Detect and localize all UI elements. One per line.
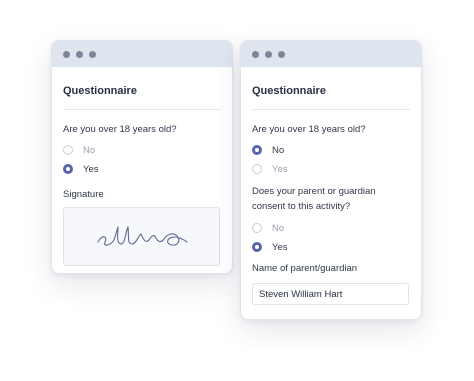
radio-label: No — [83, 144, 96, 156]
window-dot-icon[interactable] — [278, 50, 285, 58]
form-content: Questionnaire Are you over 18 years old?… — [52, 84, 232, 266]
parent-name-label: Name of parent/guardian — [252, 263, 358, 274]
signature-label: Signature — [63, 189, 104, 200]
divider — [63, 109, 221, 110]
signature-pad[interactable] — [63, 207, 220, 266]
radio-option-yes[interactable]: Yes — [252, 161, 410, 177]
question-consent: Does your parent or guardian consent to … — [252, 186, 376, 212]
radio-option-yes[interactable]: Yes — [63, 161, 221, 177]
form-title: Questionnaire — [63, 85, 137, 97]
window-dot-icon[interactable] — [252, 50, 259, 58]
divider — [252, 109, 410, 110]
radio-button-selected[interactable] — [252, 242, 262, 252]
signature-icon — [96, 225, 188, 246]
window-titlebar — [52, 41, 232, 67]
radio-option-no[interactable]: No — [252, 142, 410, 158]
radio-button[interactable] — [63, 145, 73, 155]
form-title: Questionnaire — [252, 85, 326, 97]
radio-button[interactable] — [252, 164, 262, 174]
radio-label: No — [272, 144, 285, 156]
radio-label: Yes — [83, 163, 99, 175]
radio-button-selected[interactable] — [252, 145, 262, 155]
parent-name-input[interactable]: Steven William Hart — [252, 283, 409, 305]
radio-label: Yes — [272, 163, 288, 175]
window-titlebar — [241, 41, 421, 67]
form-content: Questionnaire Are you over 18 years old?… — [241, 84, 421, 305]
radio-button-selected[interactable] — [63, 164, 73, 174]
stage: Questionnaire Are you over 18 years old?… — [0, 0, 474, 381]
window-dot-icon[interactable] — [89, 50, 96, 58]
radio-button[interactable] — [252, 223, 262, 233]
questionnaire-window-adult: Questionnaire Are you over 18 years old?… — [51, 40, 233, 274]
window-dot-icon[interactable] — [265, 50, 272, 58]
window-dot-icon[interactable] — [76, 50, 83, 58]
radio-option-yes[interactable]: Yes — [252, 239, 410, 255]
question-age: Are you over 18 years old? — [63, 124, 177, 135]
question-age: Are you over 18 years old? — [252, 124, 366, 135]
radio-label: No — [272, 222, 285, 234]
window-dot-icon[interactable] — [63, 50, 70, 58]
radio-option-no[interactable]: No — [252, 220, 410, 236]
questionnaire-window-minor: Questionnaire Are you over 18 years old?… — [240, 40, 422, 320]
radio-option-no[interactable]: No — [63, 142, 221, 158]
radio-label: Yes — [272, 241, 288, 253]
